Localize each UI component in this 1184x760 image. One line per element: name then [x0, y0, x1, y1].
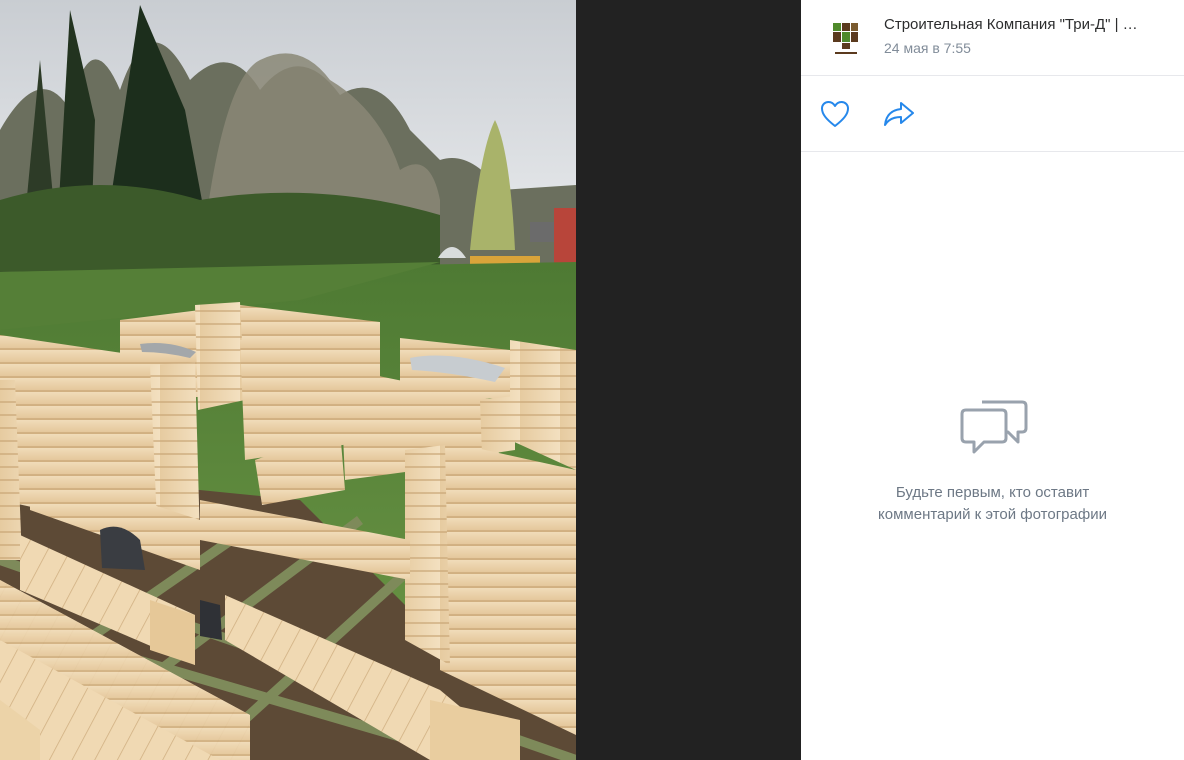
post-date[interactable]: 24 мая в 7:55	[884, 40, 971, 56]
photo-viewer: Строительная Компания "Три-Д" | … 24 мая…	[0, 0, 1184, 760]
comments-area: Будьте первым, кто оставит комментарий к…	[801, 152, 1184, 760]
comment-bubbles-icon	[960, 400, 1028, 454]
author-name[interactable]: Строительная Компания "Три-Д" | …	[884, 16, 1174, 33]
empty-comments-text: Будьте первым, кто оставит комментарий к…	[878, 484, 1107, 523]
actions-bar	[801, 76, 1184, 152]
photo-pane	[0, 0, 801, 760]
share-button[interactable]	[881, 96, 917, 132]
side-panel: Строительная Компания "Три-Д" | … 24 мая…	[801, 0, 1184, 760]
share-arrow-icon	[884, 102, 914, 126]
post-header: Строительная Компания "Три-Д" | … 24 мая…	[801, 0, 1184, 76]
like-button[interactable]	[817, 96, 853, 132]
company-logo-icon	[821, 14, 869, 62]
photo[interactable]	[0, 0, 576, 760]
heart-icon	[821, 101, 849, 127]
avatar[interactable]	[821, 14, 869, 62]
